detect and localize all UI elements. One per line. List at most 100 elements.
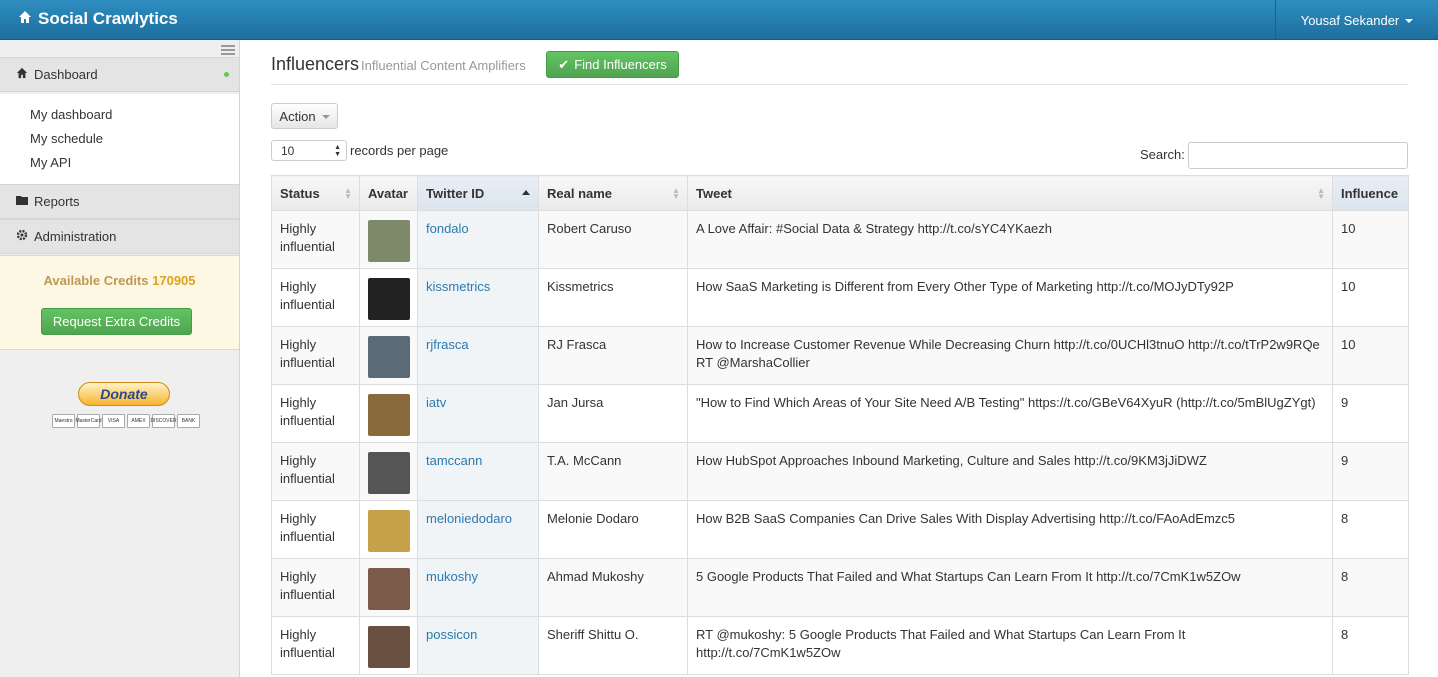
twitter-id-link[interactable]: mukoshy [426,569,478,584]
real-name-cell: Robert Caruso [538,210,688,269]
sidebar-item-my-dashboard[interactable]: My dashboard [30,107,112,122]
twitter-id-link[interactable]: possicon [426,627,477,642]
column-label: Real name [547,185,613,201]
twitter-id-cell: rjfrasca [417,326,539,385]
twitter-id-cell: kissmetrics [417,268,539,327]
action-dropdown-button[interactable]: Action [271,103,338,129]
mastercard-card-icon: MasterCard [75,414,102,428]
main-content: Influencers Influential Content Amplifie… [271,40,1409,677]
search-input[interactable] [1188,142,1408,169]
avatar [368,220,410,262]
status-cell: Highly influential [271,616,360,675]
sidebar-item-label: Administration [34,229,117,244]
twitter-id-cell: iatv [417,384,539,443]
sidebar-item-reports[interactable]: Reports [0,184,239,219]
column-header-real-name[interactable]: Real name ▲ ▼ [538,175,688,211]
column-header-twitter-id[interactable]: Twitter ID [417,175,539,211]
maestro-card-icon: Maestro [52,414,75,428]
column-header-tweet[interactable]: Tweet ▲ ▼ [687,175,1333,211]
search-label: Search: [1140,147,1185,162]
column-label: Tweet [696,185,732,201]
twitter-id-link[interactable]: rjfrasca [426,337,469,352]
avatar-cell [359,558,418,617]
twitter-id-link[interactable]: fondalo [426,221,469,236]
twitter-id-link[interactable]: kissmetrics [426,279,490,294]
user-name: Yousaf Sekander [1300,12,1400,28]
table-row: Highly influential fondalo Robert Caruso A … [271,210,1409,269]
twitter-id-link[interactable]: tamccann [426,453,482,468]
table-row: Highly influential tamccann T.A. McCann How… [271,442,1409,501]
sort-icon: ▲ ▼ [672,186,680,201]
donate-button[interactable]: Donate [78,382,170,406]
payment-cards: Maestro MasterCard VISA AMEX DISCOVER BA… [52,414,200,428]
avatar-cell [359,442,418,501]
tweet-cell: How B2B SaaS Companies Can Drive Sales W… [687,500,1333,559]
status-cell: Highly influential [271,500,360,559]
status-cell: Highly influential [271,442,360,501]
sidebar-item-my-schedule[interactable]: My schedule [30,131,103,146]
real-name-cell: Kissmetrics [538,268,688,327]
bank-card-icon: BANK [177,414,200,428]
table-row: Highly influential kissmetrics Kissmetrics… [271,268,1409,327]
sidebar-item-dashboard[interactable]: Dashboard [0,57,239,92]
influence-cell: 10 [1332,210,1409,269]
twitter-id-cell: mukoshy [417,558,539,617]
twitter-id-cell: meloniedodaro [417,500,539,559]
real-name-cell: Ahmad Mukoshy [538,558,688,617]
find-influencers-label: Find Influencers [574,57,667,72]
table-header-row: Status ▲ ▼ Avatar Twitter ID Real name ▲ ▼ T… [271,175,1409,211]
avatar-cell [359,268,418,327]
twitter-id-cell: possicon [417,616,539,675]
home-icon [18,9,32,29]
divider [271,84,1408,85]
brand-link[interactable]: Social Crawlytics [18,9,178,29]
table-row: Highly influential possicon Sheriff Shittu… [271,616,1409,675]
twitter-id-cell: fondalo [417,210,539,269]
sidebar-item-my-api[interactable]: My API [30,155,71,170]
find-influencers-button[interactable]: ✔ Find Influencers [546,51,679,78]
tweet-cell: "How to Find Which Areas of Your Site Ne… [687,384,1333,443]
collapse-sidebar-icon[interactable] [221,45,235,55]
real-name-cell: Jan Jursa [538,384,688,443]
records-per-page-label: records per page [350,143,449,158]
discover-card-icon: DISCOVER [150,414,177,428]
avatar-cell [359,500,418,559]
request-credits-button[interactable]: Request Extra Credits [41,308,192,335]
avatar-cell [359,326,418,385]
column-header-avatar: Avatar [359,175,418,211]
table-row: Highly influential mukoshy Ahmad Mukoshy 5 … [271,558,1409,617]
status-cell: Highly influential [271,268,360,327]
avatar [368,510,410,552]
visa-card-icon: VISA [102,414,125,428]
avatar [368,626,410,668]
real-name-cell: RJ Frasca [538,326,688,385]
dashboard-submenu: My dashboard My schedule My API [0,94,239,184]
avatar-cell [359,616,418,675]
twitter-id-link[interactable]: iatv [426,395,446,410]
avatar [368,568,410,610]
tweet-cell: How SaaS Marketing is Different from Eve… [687,268,1333,327]
tweet-cell: 5 Google Products That Failed and What S… [687,558,1333,617]
column-header-influence[interactable]: Influence [1332,175,1409,211]
column-header-status[interactable]: Status ▲ ▼ [271,175,360,211]
tweet-cell: How to Increase Customer Revenue While D… [687,326,1333,385]
table-row: Highly influential meloniedodaro Melonie D… [271,500,1409,559]
sort-ascending-icon [522,190,530,195]
influence-cell: 8 [1332,616,1409,675]
page-size-select[interactable]: 10 ▲ ▼ [271,140,347,161]
real-name-cell: Melonie Dodaro [538,500,688,559]
tweet-cell: RT @mukoshy: 5 Google Products That Fail… [687,616,1333,675]
credits-label: Available Credits 170905 [0,273,239,288]
sidebar-item-administration[interactable]: Administration [0,219,239,254]
twitter-id-link[interactable]: meloniedodaro [426,511,512,526]
tweet-cell: A Love Affair: #Social Data & Strategy h… [687,210,1333,269]
user-menu-dropdown[interactable]: Yousaf Sekander [1275,0,1438,40]
chevron-down-icon [1405,19,1414,23]
status-cell: Highly influential [271,558,360,617]
home-icon [16,67,28,82]
avatar [368,278,410,320]
page-title: Influencers [271,54,360,74]
sidebar-item-label: Dashboard [34,67,98,82]
avatar-cell [359,210,418,269]
brand-name: Social Crawlytics [38,9,178,28]
